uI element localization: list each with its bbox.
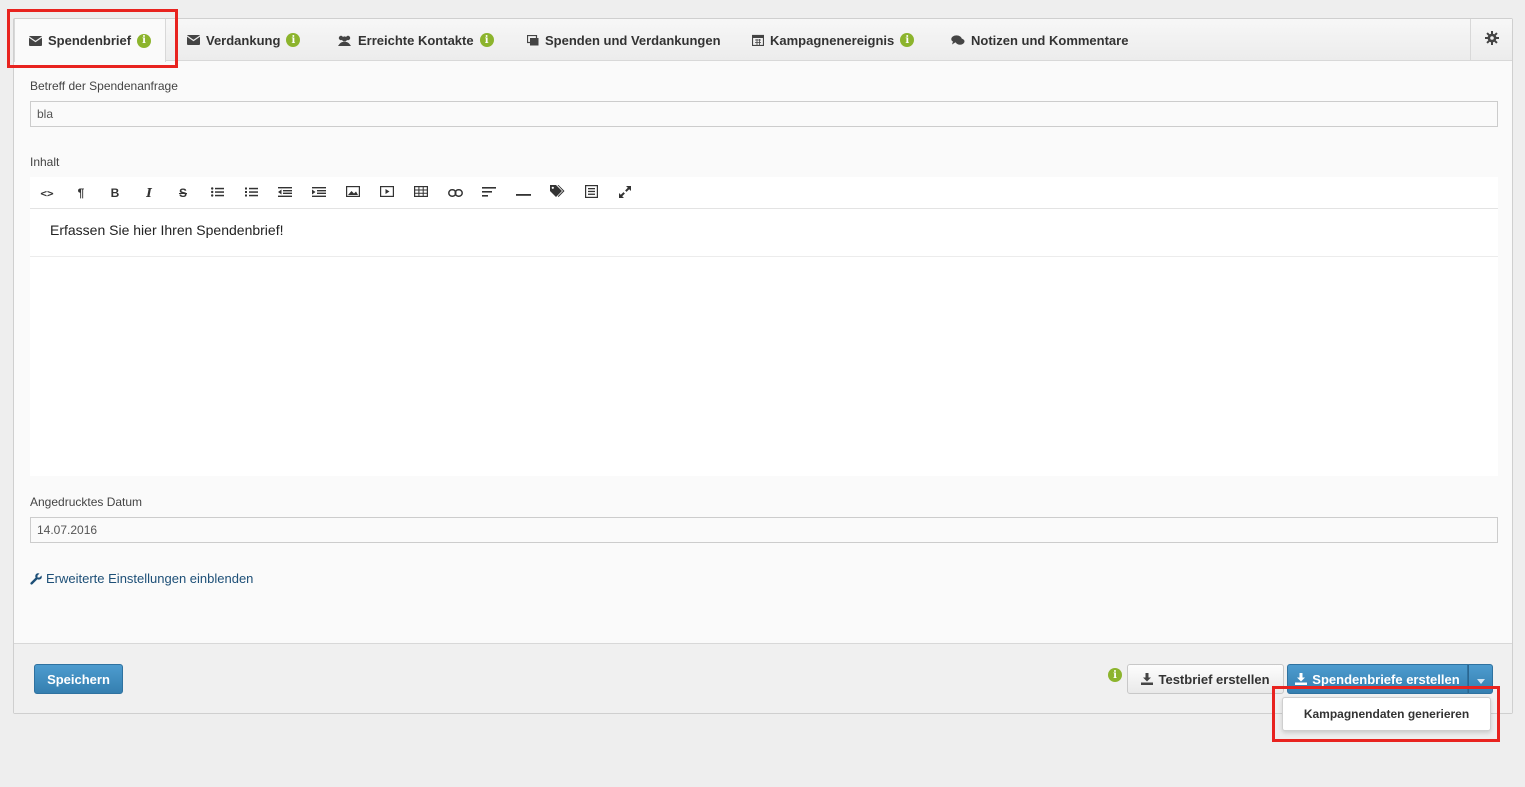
italic-button[interactable]: I <box>136 177 162 209</box>
ordered-list-icon <box>244 186 258 200</box>
subject-label: Betreff der Spendenanfrage <box>30 79 178 93</box>
advanced-settings-link[interactable]: Erweiterte Einstellungen einblenden <box>30 571 253 586</box>
tab-spenden-und-verdankungen[interactable]: Spenden und Verdankungen <box>527 19 721 61</box>
test-letter-label: Testbrief erstellen <box>1158 671 1270 687</box>
content-editor[interactable]: Erfassen Sie hier Ihren Spendenbrief! <box>30 209 1498 476</box>
users-icon <box>337 35 352 46</box>
ordered-list-button[interactable] <box>238 177 264 209</box>
subject-input[interactable]: bla <box>30 101 1498 127</box>
tab-kampagnenereignis[interactable]: Kampagnenereignis i <box>752 19 915 61</box>
settings-button[interactable] <box>1470 19 1512 61</box>
video-icon <box>380 186 395 200</box>
paragraph-button[interactable]: ¶ <box>68 177 94 209</box>
code-view-button[interactable]: <> <box>34 177 60 209</box>
tab-label: Spendenbrief <box>48 33 132 48</box>
download-icon <box>1295 673 1308 685</box>
gear-icon <box>1484 30 1499 50</box>
unordered-list-icon <box>210 186 224 200</box>
create-letters-label: Spendenbriefe erstellen <box>1312 671 1460 687</box>
table-button[interactable] <box>408 177 434 209</box>
tab-bar: Spendenbrief i Verdankung i Erreichte Ko… <box>14 19 1512 62</box>
strikethrough-button[interactable]: S <box>170 177 196 209</box>
tags-icon <box>549 185 565 201</box>
tab-label: Erreichte Kontakte <box>358 32 474 48</box>
tab-notizen-und-kommentare[interactable]: Notizen und Kommentare <box>951 19 1128 61</box>
editor-text[interactable]: Erfassen Sie hier Ihren Spendenbrief! <box>30 209 1498 257</box>
tab-label: Notizen und Kommentare <box>971 32 1129 48</box>
horizontal-rule-button[interactable] <box>510 177 536 209</box>
tab-erreichte-kontakte[interactable]: Erreichte Kontakte i <box>337 19 494 61</box>
caret-down-icon <box>1476 672 1485 687</box>
date-input[interactable]: 14.07.2016 <box>30 517 1498 543</box>
horizontal-rule-icon <box>515 186 531 200</box>
tab-verdankung[interactable]: Verdankung i <box>187 19 301 61</box>
template-button[interactable] <box>578 177 604 209</box>
envelope-icon <box>29 35 42 46</box>
save-button[interactable]: Speichern <box>34 664 123 694</box>
unordered-list-button[interactable] <box>204 177 230 209</box>
link-button[interactable] <box>442 177 468 209</box>
advanced-settings-label: Erweiterte Einstellungen einblenden <box>46 571 254 586</box>
tab-spendenbrief[interactable]: Spendenbrief i <box>14 19 167 62</box>
outdent-icon <box>278 186 292 200</box>
tab-label: Spenden und Verdankungen <box>545 32 721 48</box>
align-left-icon <box>482 186 496 200</box>
info-icon[interactable]: i <box>1108 668 1122 682</box>
table-icon <box>414 186 429 200</box>
content-label: Inhalt <box>30 155 60 169</box>
link-icon <box>447 186 463 200</box>
dropdown-item-generate-campaign-data[interactable]: Kampagnendaten generieren <box>1282 697 1491 731</box>
placeholder-tags-button[interactable] <box>544 177 570 209</box>
main-panel: Spendenbrief i Verdankung i Erreichte Ko… <box>13 18 1513 714</box>
wrench-icon <box>30 572 42 585</box>
image-icon <box>346 186 361 200</box>
create-letters-button[interactable]: Spendenbriefe erstellen <box>1287 664 1468 694</box>
info-icon[interactable]: i <box>900 33 915 47</box>
info-icon[interactable]: i <box>286 33 301 47</box>
fullscreen-button[interactable] <box>612 177 638 209</box>
money-icon <box>527 34 539 46</box>
envelope-icon <box>187 35 200 45</box>
bold-button[interactable]: B <box>102 177 128 209</box>
date-label: Angedrucktes Datum <box>30 495 143 509</box>
indent-button[interactable] <box>306 177 332 209</box>
download-icon <box>1141 673 1154 685</box>
expand-icon <box>619 185 631 201</box>
tab-label: Verdankung <box>206 32 281 48</box>
outdent-button[interactable] <box>272 177 298 209</box>
align-button[interactable] <box>476 177 502 209</box>
info-icon[interactable]: i <box>479 33 494 47</box>
create-letters-dropdown-toggle[interactable] <box>1468 664 1493 694</box>
indent-icon <box>312 186 326 200</box>
comments-icon <box>951 34 965 46</box>
tab-label: Kampagnenereignis <box>770 32 895 48</box>
info-icon[interactable]: i <box>137 33 152 48</box>
image-button[interactable] <box>340 177 366 209</box>
editor-toolbar: <> ¶ B I S <box>30 177 1498 209</box>
calendar-icon <box>752 34 764 46</box>
test-letter-button[interactable]: Testbrief erstellen <box>1127 664 1284 694</box>
document-icon <box>584 185 598 201</box>
video-button[interactable] <box>374 177 400 209</box>
